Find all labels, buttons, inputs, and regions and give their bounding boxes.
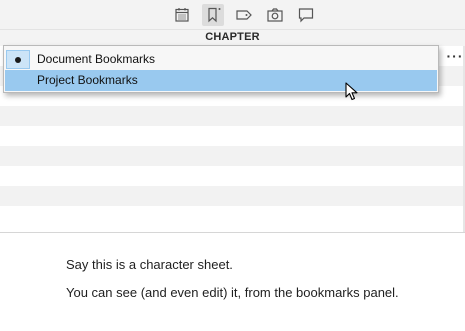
editor-line: You can see (and even edit) it, from the… — [66, 285, 399, 300]
bookmark-scope-menu: Document Bookmarks Project Bookmarks — [3, 45, 439, 93]
list-item[interactable] — [0, 166, 465, 186]
list-item[interactable] — [0, 106, 465, 126]
bookmarks-panel: CHAPTER ··· Say this is a character shee… — [0, 0, 465, 331]
menu-item-label: Document Bookmarks — [37, 52, 156, 66]
tag-icon[interactable] — [233, 4, 255, 26]
editor-line: Say this is a character sheet. — [66, 257, 233, 272]
panel-header: CHAPTER — [0, 30, 465, 46]
list-item[interactable] — [0, 206, 465, 226]
radio-check-icon — [6, 50, 30, 69]
calendar-icon[interactable] — [171, 4, 193, 26]
list-item[interactable] — [0, 186, 465, 206]
inspector-toolbar — [0, 0, 465, 30]
menu-item-document-bookmarks[interactable]: Document Bookmarks — [5, 49, 437, 70]
more-options-button[interactable]: ··· — [447, 48, 463, 64]
camera-icon[interactable] — [264, 4, 286, 26]
list-item[interactable] — [0, 146, 465, 166]
bookmark-editor[interactable]: Say this is a character sheet. You can s… — [0, 233, 465, 331]
menu-item-label: Project Bookmarks — [37, 73, 138, 87]
page-title: CHAPTER — [205, 31, 260, 43]
menu-item-project-bookmarks[interactable]: Project Bookmarks — [5, 70, 437, 91]
list-item[interactable] — [0, 126, 465, 146]
bookmark-icon[interactable] — [202, 4, 224, 26]
comment-icon[interactable] — [295, 4, 317, 26]
mouse-pointer-icon — [345, 82, 358, 101]
